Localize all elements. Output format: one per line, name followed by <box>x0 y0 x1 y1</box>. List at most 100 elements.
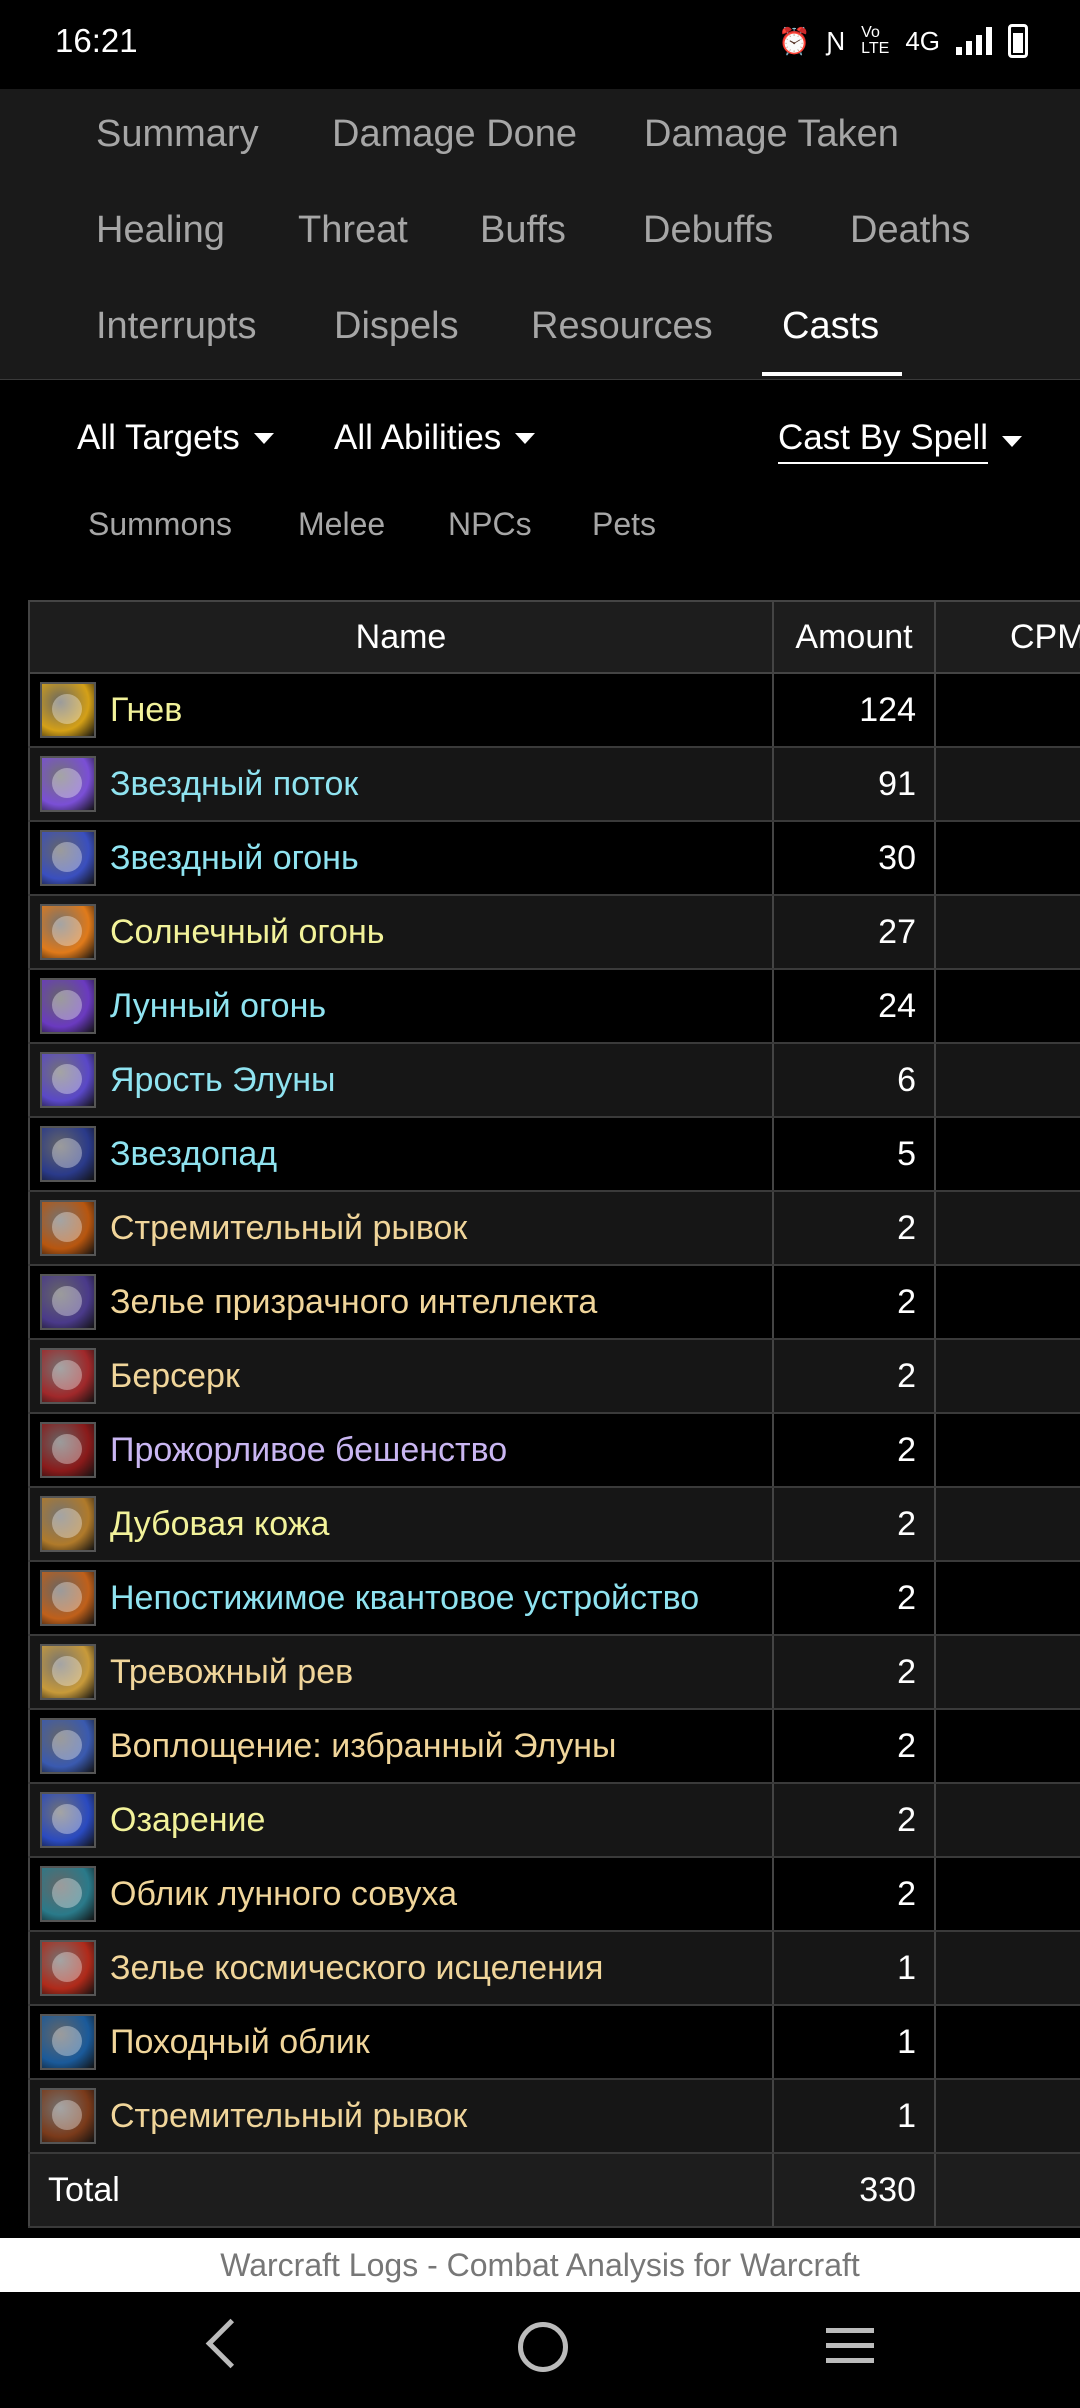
starfall-icon <box>40 1126 96 1182</box>
spell-link[interactable]: Зелье призрачного интеллекта <box>110 1283 597 1322</box>
total-label: Total <box>48 2170 120 2209</box>
table-row[interactable]: Зелье призрачного интеллекта 2 <box>28 1266 1080 1340</box>
column-header-cpm[interactable]: CPM <box>936 600 1080 674</box>
dash-icon <box>40 1200 96 1256</box>
spell-name-cell: Тревожный рев <box>28 1636 774 1708</box>
tab-threat[interactable]: Threat <box>298 209 408 252</box>
targets-dropdown[interactable]: All Targets <box>77 418 274 458</box>
table-row[interactable]: Воплощение: избранный Элуны 2 <box>28 1710 1080 1784</box>
tab-deaths[interactable]: Deaths <box>850 209 970 252</box>
spell-name-cell: Лунный огонь <box>28 970 774 1042</box>
table-row[interactable]: Походный облик 1 <box>28 2006 1080 2080</box>
spell-name-cell: Походный облик <box>28 2006 774 2078</box>
spell-link[interactable]: Лунный огонь <box>110 987 326 1026</box>
view-dropdown[interactable]: Cast By Spell <box>778 418 1023 464</box>
spell-link[interactable]: Звездный поток <box>110 765 358 804</box>
cpm-cell <box>936 2006 1080 2078</box>
table-row[interactable]: Тревожный рев 2 <box>28 1636 1080 1710</box>
table-row[interactable]: Дубовая кожа 2 <box>28 1488 1080 1562</box>
table-row[interactable]: Звездный поток 91 <box>28 748 1080 822</box>
filter-bar: All Targets All Abilities Cast By Spell … <box>0 380 1080 600</box>
cast-amount: 2 <box>774 1784 936 1856</box>
column-header-name[interactable]: Name <box>28 600 774 674</box>
spell-link[interactable]: Облик лунного совуха <box>110 1875 457 1914</box>
cpm-cell <box>936 2080 1080 2152</box>
cpm-cell <box>936 1858 1080 1930</box>
table-row[interactable]: Звездопад 5 <box>28 1118 1080 1192</box>
total-amount: 330 <box>774 2154 936 2226</box>
table-row[interactable]: Стремительный рывок 1 <box>28 2080 1080 2154</box>
cast-amount: 6 <box>774 1044 936 1116</box>
innervate-icon <box>40 1792 96 1848</box>
spell-name-cell: Прожорливое бешенство <box>28 1414 774 1486</box>
subtab-summons[interactable]: Summons <box>88 506 232 543</box>
tab-damage-done[interactable]: Damage Done <box>332 113 577 156</box>
column-header-name-label: Name <box>355 617 447 656</box>
spell-link[interactable]: Озарение <box>110 1801 265 1840</box>
column-header-amount-label: Amount <box>795 617 913 656</box>
tab-interrupts[interactable]: Interrupts <box>96 305 257 348</box>
quantum-device-icon <box>40 1570 96 1626</box>
berserk-icon <box>40 1348 96 1404</box>
spell-link[interactable]: Солнечный огонь <box>110 913 384 952</box>
column-header-amount[interactable]: Amount <box>774 600 936 674</box>
subtab-npcs[interactable]: NPCs <box>448 506 532 543</box>
spell-link[interactable]: Ярость Элуны <box>110 1061 335 1100</box>
table-row[interactable]: Ярость Элуны 6 <box>28 1044 1080 1118</box>
cast-amount: 27 <box>774 896 936 968</box>
tab-casts[interactable]: Casts <box>782 305 879 348</box>
table-row[interactable]: Непостижимое квантовое устройство 2 <box>28 1562 1080 1636</box>
table-row[interactable]: Солнечный огонь 27 <box>28 896 1080 970</box>
spell-link[interactable]: Звездопад <box>110 1135 277 1174</box>
cast-amount: 30 <box>774 822 936 894</box>
spell-link[interactable]: Стремительный рывок <box>110 2097 467 2136</box>
tab-debuffs[interactable]: Debuffs <box>643 209 773 252</box>
fury-of-elune-icon <box>40 1052 96 1108</box>
table-row[interactable]: Лунный огонь 24 <box>28 970 1080 1044</box>
tab-resources[interactable]: Resources <box>531 305 713 348</box>
back-icon[interactable] <box>205 2318 256 2369</box>
network-type: 4G <box>905 25 940 56</box>
total-label-cell: Total <box>28 2154 774 2226</box>
table-row[interactable]: Облик лунного совуха 2 <box>28 1858 1080 1932</box>
starfire-icon <box>40 830 96 886</box>
tab-healing[interactable]: Healing <box>96 209 225 252</box>
spell-link[interactable]: Зелье космического исцеления <box>110 1949 603 1988</box>
casts-table: Name Amount CPM Гнев 124 Звездный поток 91 З… <box>28 600 1080 2238</box>
cast-amount: 2 <box>774 1562 936 1634</box>
spell-link[interactable]: Стремительный рывок <box>110 1209 467 1248</box>
tab-summary[interactable]: Summary <box>96 113 259 156</box>
recents-menu-icon[interactable] <box>826 2328 874 2364</box>
tab-dispels[interactable]: Dispels <box>334 305 459 348</box>
spell-name-cell: Воплощение: избранный Элуны <box>28 1710 774 1782</box>
abilities-dropdown[interactable]: All Abilities <box>334 418 536 458</box>
home-icon[interactable] <box>518 2322 568 2372</box>
table-row[interactable]: Прожорливое бешенство 2 <box>28 1414 1080 1488</box>
spell-link[interactable]: Гнев <box>110 691 182 730</box>
tab-damage-taken[interactable]: Damage Taken <box>644 113 899 156</box>
table-row[interactable]: Озарение 2 <box>28 1784 1080 1858</box>
spell-link[interactable]: Звездный огонь <box>110 839 359 878</box>
subtab-pets[interactable]: Pets <box>592 506 656 543</box>
subtab-melee[interactable]: Melee <box>298 506 385 543</box>
tab-buffs[interactable]: Buffs <box>480 209 566 252</box>
table-row[interactable]: Берсерк 2 <box>28 1340 1080 1414</box>
spell-link[interactable]: Воплощение: избранный Элуны <box>110 1727 616 1766</box>
cpm-cell <box>936 1340 1080 1412</box>
table-row[interactable]: Гнев 124 <box>28 674 1080 748</box>
cast-amount: 2 <box>774 1858 936 1930</box>
table-row[interactable]: Звездный огонь 30 <box>28 822 1080 896</box>
table-row[interactable]: Зелье космического исцеления 1 <box>28 1932 1080 2006</box>
spell-link[interactable]: Непостижимое квантовое устройство <box>110 1579 699 1618</box>
spell-link[interactable]: Прожорливое бешенство <box>110 1431 507 1470</box>
spell-link[interactable]: Походный облик <box>110 2023 370 2062</box>
spell-name-cell: Непостижимое квантовое устройство <box>28 1562 774 1634</box>
spell-link[interactable]: Тревожный рев <box>110 1653 353 1692</box>
status-bar: 16:21 ⏰ Ɲ Vo LTE 4G <box>0 0 1080 89</box>
table-row[interactable]: Стремительный рывок 2 <box>28 1192 1080 1266</box>
spell-name-cell: Звездный поток <box>28 748 774 820</box>
spell-link[interactable]: Дубовая кожа <box>110 1505 329 1544</box>
spell-name-cell: Ярость Элуны <box>28 1044 774 1116</box>
spell-link[interactable]: Берсерк <box>110 1357 240 1396</box>
caret-down-icon <box>253 432 274 444</box>
